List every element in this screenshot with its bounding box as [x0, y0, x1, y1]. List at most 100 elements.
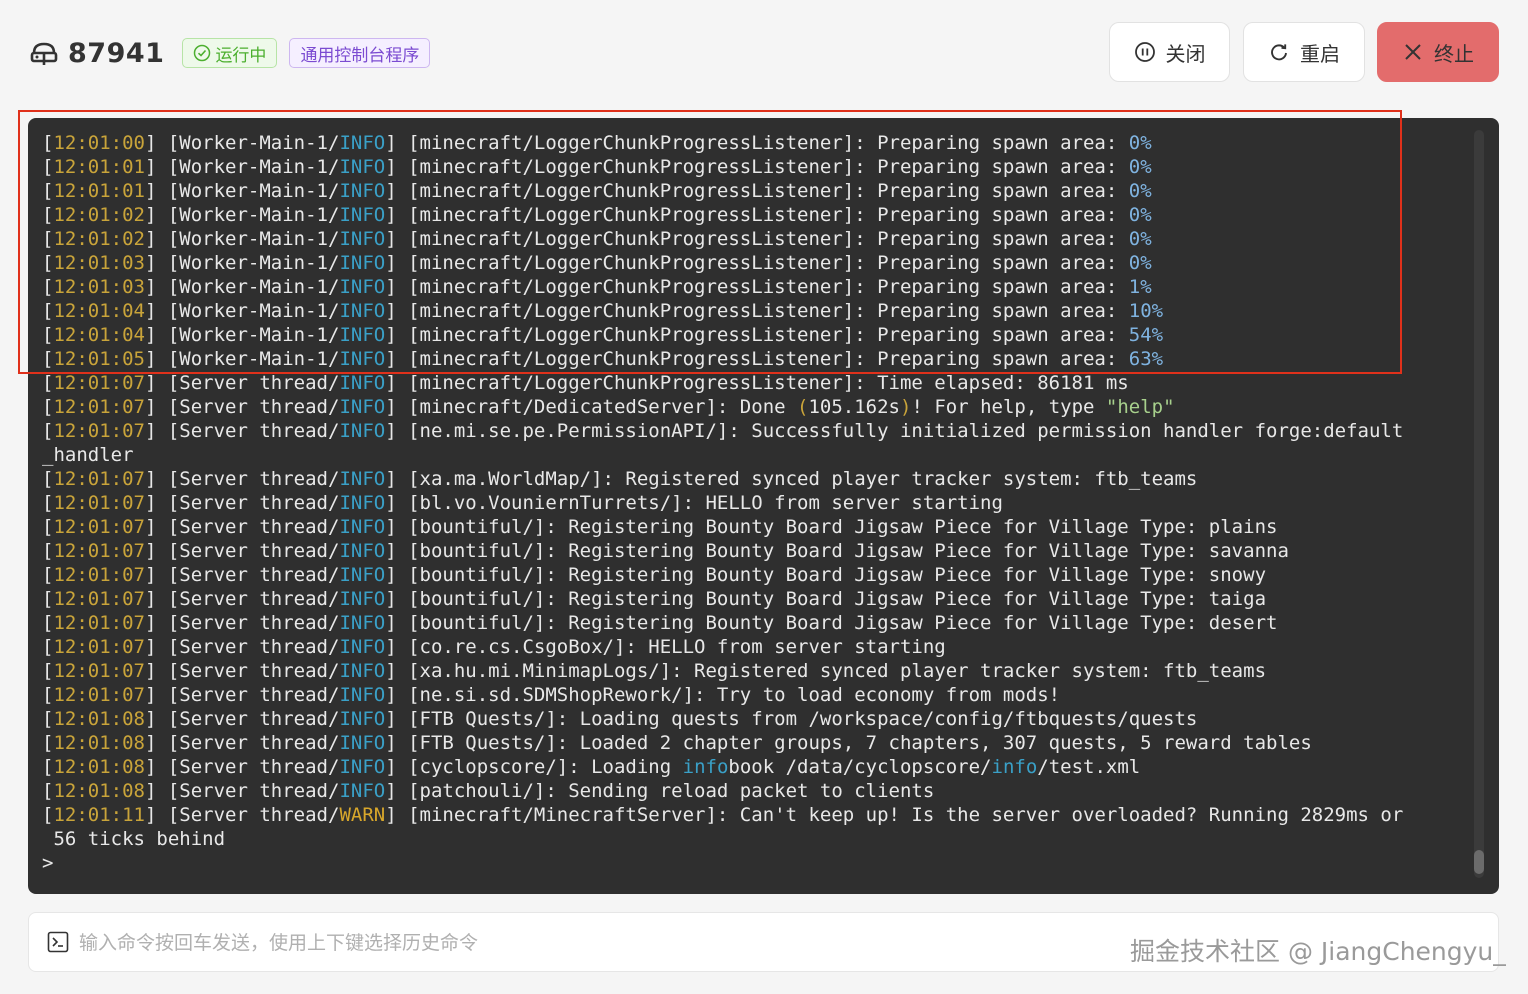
- console-segment: [: [42, 516, 54, 538]
- console-segment: 12:01:08: [53, 780, 145, 802]
- console-segment: INFO: [339, 468, 386, 490]
- console-line: 56 ticks behind: [42, 827, 1472, 851]
- title-group: 87941 运行中 通用控制台程序: [28, 34, 442, 72]
- console-segment: 12:01:04: [53, 300, 145, 322]
- restart-button-label: 重启: [1300, 41, 1340, 66]
- close-button[interactable]: 关闭: [1109, 22, 1230, 82]
- console-segment: 12:01:07: [53, 684, 145, 706]
- console-line: [12:01:01] [Worker-Main-1/INFO] [minecra…: [42, 179, 1472, 203]
- console-line: [12:01:01] [Worker-Main-1/INFO] [minecra…: [42, 155, 1472, 179]
- console-segment: [: [42, 564, 54, 586]
- console-segment: [: [42, 324, 54, 346]
- console-segment: ] [patchouli/]: Sending reload packet to…: [385, 780, 935, 802]
- console-segment: 12:01:08: [53, 756, 145, 778]
- console-line: [12:01:03] [Worker-Main-1/INFO] [minecra…: [42, 275, 1472, 299]
- console-segment: [: [42, 372, 54, 394]
- console-segment: 12:01:07: [53, 660, 145, 682]
- console-output[interactable]: [12:01:00] [Worker-Main-1/INFO] [minecra…: [28, 118, 1499, 894]
- console-line: [12:01:04] [Worker-Main-1/INFO] [minecra…: [42, 323, 1472, 347]
- console-segment: ] [bountiful/]: Registering Bounty Board…: [385, 564, 1267, 586]
- console-segment: ] [Server thread/: [144, 756, 340, 778]
- console-segment: (: [797, 396, 809, 418]
- console-segment: ] [Server thread/: [144, 732, 340, 754]
- console-segment: 105.162s: [808, 396, 900, 418]
- console-segment: ] [bountiful/]: Registering Bounty Board…: [385, 588, 1267, 610]
- status-badge: 运行中: [182, 38, 278, 68]
- console-segment: ] [minecraft/LoggerChunkProgressListener…: [385, 348, 1129, 370]
- console-segment: 12:01:03: [53, 252, 145, 274]
- console-segment: ] [minecraft/LoggerChunkProgressListener…: [385, 228, 1129, 250]
- console-line: [12:01:11] [Server thread/WARN] [minecra…: [42, 803, 1472, 827]
- console-segment: [: [42, 612, 54, 634]
- console-line: [12:01:07] [Server thread/INFO] [minecra…: [42, 371, 1472, 395]
- console-segment: 12:01:08: [53, 708, 145, 730]
- console-segment: INFO: [339, 348, 386, 370]
- console-segment: ] [co.re.cs.CsgoBox/]: HELLO from server…: [385, 636, 946, 658]
- console-segment: ] [Server thread/: [144, 516, 340, 538]
- console-segment: "help": [1105, 396, 1175, 418]
- command-input[interactable]: [77, 927, 981, 959]
- console-segment: [: [42, 780, 54, 802]
- console-segment: [: [42, 156, 54, 178]
- console-segment: INFO: [339, 420, 386, 442]
- console-line: [12:01:07] [Server thread/INFO] [bountif…: [42, 515, 1472, 539]
- console-segment: info: [682, 756, 729, 778]
- console-line: [12:01:07] [Server thread/INFO] [xa.ma.W…: [42, 467, 1472, 491]
- console-segment: [: [42, 636, 54, 658]
- console-line: [12:01:08] [Server thread/INFO] [patchou…: [42, 779, 1472, 803]
- console-segment: [: [42, 348, 54, 370]
- instance-title: 87941: [68, 37, 165, 69]
- console-line: [12:01:08] [Server thread/INFO] [FTB Que…: [42, 707, 1472, 731]
- console-segment: INFO: [339, 684, 386, 706]
- console-segment: /test.xml: [1037, 756, 1141, 778]
- console-segment: ] [Worker-Main-1/: [144, 348, 340, 370]
- console-segment: _handler: [42, 444, 134, 466]
- console-segment: INFO: [339, 564, 386, 586]
- console-segment: ] [bountiful/]: Registering Bounty Board…: [385, 516, 1278, 538]
- console-segment: ] [Worker-Main-1/: [144, 156, 340, 178]
- console-line: [12:01:02] [Worker-Main-1/INFO] [minecra…: [42, 203, 1472, 227]
- console-segment: ] [minecraft/LoggerChunkProgressListener…: [385, 132, 1129, 154]
- console-segment: [: [42, 804, 54, 826]
- terminal-icon: [47, 931, 69, 953]
- console-segment: [: [42, 492, 54, 514]
- console-segment: ] [minecraft/LoggerChunkProgressListener…: [385, 324, 1129, 346]
- console-line: [12:01:07] [Server thread/INFO] [minecra…: [42, 395, 1472, 419]
- console-segment: 12:01:02: [53, 228, 145, 250]
- console-segment: [: [42, 180, 54, 202]
- console-scrollbar-thumb[interactable]: [1474, 850, 1484, 874]
- stop-button[interactable]: 终止: [1377, 22, 1499, 82]
- console-segment: 0%: [1128, 228, 1152, 250]
- console-segment: ] [Worker-Main-1/: [144, 132, 340, 154]
- console-line: [12:01:07] [Server thread/INFO] [bountif…: [42, 587, 1472, 611]
- console-segment: INFO: [339, 588, 386, 610]
- console-segment: 12:01:07: [53, 372, 145, 394]
- console-segment: ] [Worker-Main-1/: [144, 252, 340, 274]
- console-segment: 12:01:03: [53, 276, 145, 298]
- console-line: [12:01:08] [Server thread/INFO] [cyclops…: [42, 755, 1472, 779]
- console-segment: 56 ticks behind: [42, 828, 226, 850]
- restart-button[interactable]: 重启: [1243, 22, 1365, 82]
- console-segment: ] [Worker-Main-1/: [144, 204, 340, 226]
- console-segment: INFO: [339, 780, 386, 802]
- watermark: 掘金技术社区 @ JiangChengyu_: [1130, 937, 1506, 966]
- console-segment: WARN: [339, 804, 386, 826]
- console-line: [12:01:07] [Server thread/INFO] [ne.si.s…: [42, 683, 1472, 707]
- console-line: [12:01:03] [Worker-Main-1/INFO] [minecra…: [42, 251, 1472, 275]
- console-scrollbar-track[interactable]: [1474, 130, 1484, 878]
- console-segment: ] [Server thread/: [144, 588, 340, 610]
- console-segment: 12:01:07: [53, 636, 145, 658]
- console-segment: 0%: [1128, 180, 1152, 202]
- console-segment: ] [Server thread/: [144, 708, 340, 730]
- console-segment: [: [42, 732, 54, 754]
- console-line: [12:01:07] [Server thread/INFO] [bountif…: [42, 611, 1472, 635]
- console-segment: [: [42, 300, 54, 322]
- console-segment: [: [42, 396, 54, 418]
- console-segment: ] [Server thread/: [144, 420, 340, 442]
- console-segment: ] [minecraft/LoggerChunkProgressListener…: [385, 156, 1129, 178]
- console-segment: ] [xa.hu.mi.MinimapLogs/]: Registered sy…: [385, 660, 1267, 682]
- console-segment: 12:01:07: [53, 516, 145, 538]
- console-line: [12:01:02] [Worker-Main-1/INFO] [minecra…: [42, 227, 1472, 251]
- check-circle-icon: [194, 44, 211, 62]
- console-segment: 12:01:07: [53, 540, 145, 562]
